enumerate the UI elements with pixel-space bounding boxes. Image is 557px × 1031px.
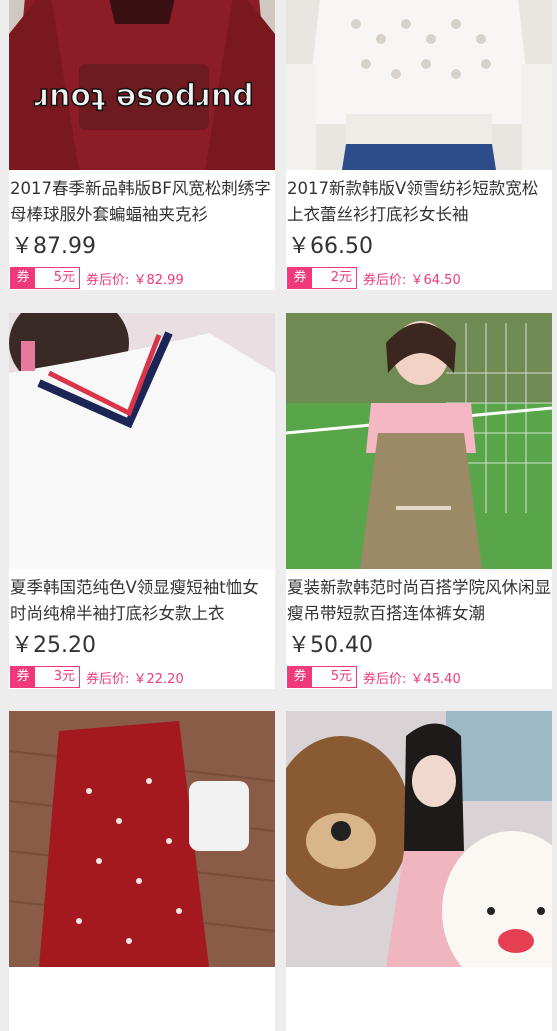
product-image[interactable] xyxy=(9,313,275,569)
product-photo xyxy=(9,313,275,569)
product-title[interactable] xyxy=(287,973,551,1025)
coupon-amount: 2元 xyxy=(330,270,352,285)
product-title[interactable]: 2017春季新品韩版BF风宽松刺绣字母棒球服外套蝙蝠袖夹克衫 xyxy=(10,176,274,228)
coupon-amount: 3元 xyxy=(53,669,75,684)
product-card[interactable]: purpose tour 2017春季新品韩版BF风宽松刺绣字母棒球服外套蝙蝠袖… xyxy=(9,0,275,290)
product-image[interactable]: purpose tour xyxy=(9,0,275,170)
coupon-amount: 5元 xyxy=(330,669,352,684)
product-card[interactable]: 2017新款韩版V领雪纺衫短款宽松上衣蕾丝衫打底衫女长袖 ￥66.50 券 2元… xyxy=(286,0,552,290)
coupon-tag: 券 xyxy=(11,667,35,687)
coupon-badge[interactable]: 券 2元 xyxy=(287,267,357,289)
product-card[interactable]: 夏装新款韩范时尚百搭学院风休闲显瘦吊带短款百搭连体裤女潮 ￥50.40 券 5元… xyxy=(286,313,552,689)
coupon-tag: 券 xyxy=(288,667,312,687)
coupon-row: 券 5元 券后价: ￥45.40 xyxy=(286,665,552,689)
coupon-tag: 券 xyxy=(11,268,35,288)
product-image[interactable] xyxy=(286,0,552,170)
product-photo xyxy=(9,711,275,967)
product-photo xyxy=(286,313,552,569)
coupon-row: 券 5元 券后价: ￥82.99 xyxy=(9,266,275,290)
coupon-tag: 券 xyxy=(288,268,312,288)
after-coupon-price: 券后价: ￥82.99 xyxy=(86,272,184,288)
product-image-text: purpose tour xyxy=(34,81,254,116)
coupon-amount: 5元 xyxy=(53,270,75,285)
coupon-badge[interactable]: 券 3元 xyxy=(10,666,80,688)
coupon-row: 券 3元 券后价: ￥22.20 xyxy=(9,665,275,689)
after-coupon-price: 券后价: ￥64.50 xyxy=(363,272,461,288)
product-photo xyxy=(286,711,552,967)
product-photo: purpose tour xyxy=(9,0,275,170)
product-price: ￥87.99 xyxy=(11,234,96,259)
product-title[interactable]: 夏装新款韩范时尚百搭学院风休闲显瘦吊带短款百搭连体裤女潮 xyxy=(287,575,551,627)
product-image[interactable] xyxy=(286,313,552,569)
product-card[interactable] xyxy=(286,711,552,1031)
product-title[interactable]: 夏季韩国范纯色V领显瘦短袖t恤女时尚纯棉半袖打底衫女款上衣 xyxy=(10,575,274,627)
product-title[interactable]: 2017新款韩版V领雪纺衫短款宽松上衣蕾丝衫打底衫女长袖 xyxy=(287,176,551,228)
product-card[interactable] xyxy=(9,711,275,1031)
product-price: ￥66.50 xyxy=(288,234,373,259)
product-card[interactable]: 夏季韩国范纯色V领显瘦短袖t恤女时尚纯棉半袖打底衫女款上衣 ￥25.20 券 3… xyxy=(9,313,275,689)
coupon-badge[interactable]: 券 5元 xyxy=(10,267,80,289)
coupon-row: 券 2元 券后价: ￥64.50 xyxy=(286,266,552,290)
product-price: ￥25.20 xyxy=(11,633,96,658)
after-coupon-price: 券后价: ￥45.40 xyxy=(363,671,461,687)
product-title[interactable] xyxy=(10,973,274,1025)
product-image[interactable] xyxy=(9,711,275,967)
product-price: ￥50.40 xyxy=(288,633,373,658)
coupon-badge[interactable]: 券 5元 xyxy=(287,666,357,688)
product-image[interactable] xyxy=(286,711,552,967)
product-photo xyxy=(286,0,552,170)
after-coupon-price: 券后价: ￥22.20 xyxy=(86,671,184,687)
